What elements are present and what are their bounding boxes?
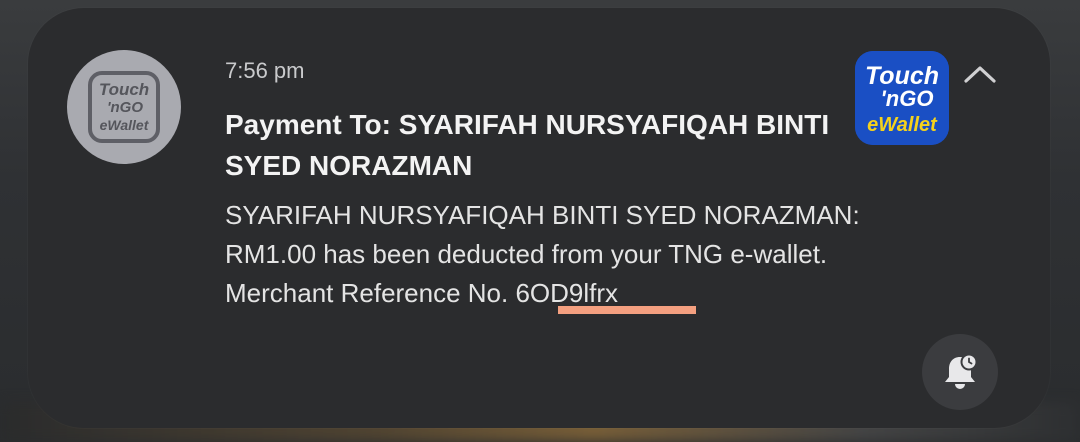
merchant-reference: 6OD9lfrx [515, 278, 619, 308]
notification-time: 7:56 pm [225, 58, 305, 83]
reference-label: Merchant Reference No. [225, 278, 516, 308]
bell-snooze-icon [945, 353, 978, 389]
body-line-2: RM1.00 has been deducted from your TNG e… [225, 239, 828, 269]
body-line-1: SYARIFAH NURSYAFIQAH BINTI SYED NORAZMAN… [225, 200, 860, 230]
notification-body: SYARIFAH NURSYAFIQAH BINTI SYED NORAZMAN… [225, 196, 965, 313]
touch-n-go-ewallet-logo-icon: Touch 'nGO eWallet [855, 51, 949, 145]
svg-text:eWallet: eWallet [100, 117, 150, 133]
touch-n-go-logo-icon: Touch 'nGO eWallet [88, 71, 160, 143]
brand-logo: Touch 'nGO eWallet [855, 51, 949, 145]
svg-text:'nGO: 'nGO [107, 99, 143, 116]
app-avatar: Touch 'nGO eWallet [67, 50, 181, 164]
notification-title: Payment To: SYARIFAH NURSYAFIQAH BINTI S… [225, 109, 830, 181]
snooze-button[interactable] [922, 334, 998, 410]
chevron-up-icon [964, 66, 996, 83]
svg-text:eWallet: eWallet [867, 114, 938, 136]
svg-text:Touch: Touch [99, 80, 149, 99]
svg-text:'nGO: 'nGO [881, 86, 934, 111]
reference-highlight-underline [558, 306, 696, 314]
collapse-button[interactable] [960, 56, 1000, 92]
